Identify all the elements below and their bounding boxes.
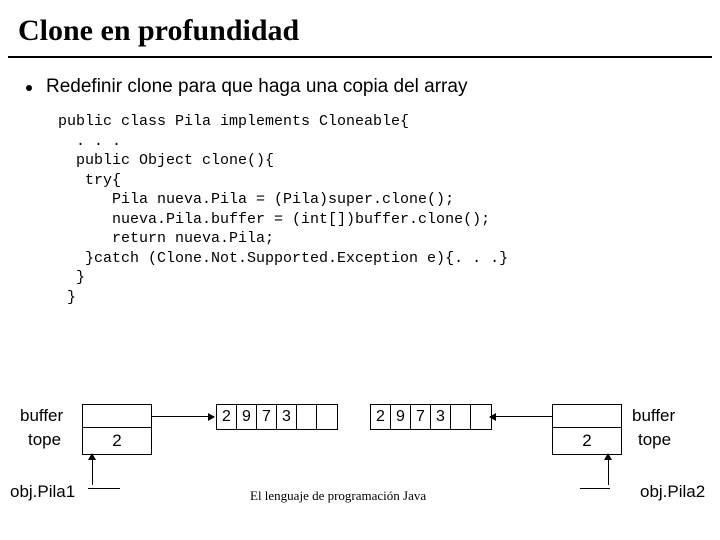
array1-cell: 7 <box>257 405 277 429</box>
left-buffer-cell <box>82 404 152 428</box>
array1-cell <box>317 405 337 429</box>
left-obj-label: obj.Pila1 <box>10 482 75 502</box>
array1-cell: 3 <box>277 405 297 429</box>
code-block: public class Pila implements Cloneable{ … <box>0 98 720 307</box>
slide-footer: El lenguaje de programación Java <box>250 488 426 504</box>
array-2: 2 9 7 3 <box>370 404 492 430</box>
right-obj-label: obj.Pila2 <box>640 482 705 502</box>
right-tope-label: tope <box>638 430 671 450</box>
array-1: 2 9 7 3 <box>216 404 338 430</box>
diagram: buffer tope 2 2 9 7 3 2 9 7 3 2 buffer t… <box>0 402 720 522</box>
arrow-right-obj-head-icon <box>604 453 612 460</box>
arrow-right-obj-horz-icon <box>580 488 610 489</box>
arrow-left-obj-head-icon <box>88 453 96 460</box>
bullet-text: Redefinir clone para que haga una copia … <box>46 76 467 98</box>
left-tope-label: tope <box>28 430 61 450</box>
arrow-right-buffer-icon <box>490 416 552 417</box>
array2-cell: 7 <box>411 405 431 429</box>
array2-cell: 3 <box>431 405 451 429</box>
title-underline <box>8 56 712 58</box>
array2-cell <box>451 405 471 429</box>
bullet-item: Redefinir clone para que haga una copia … <box>0 76 720 98</box>
right-buffer-cell <box>552 404 622 428</box>
right-buffer-label: buffer <box>632 406 675 426</box>
arrow-left-buffer-icon <box>152 416 214 417</box>
array1-cell: 9 <box>237 405 257 429</box>
array2-cell <box>471 405 491 429</box>
array1-cell <box>297 405 317 429</box>
right-tope-cell: 2 <box>552 427 622 455</box>
array1-cell: 2 <box>217 405 237 429</box>
array2-cell: 2 <box>371 405 391 429</box>
slide-title: Clone en profundidad <box>0 0 720 56</box>
array2-cell: 9 <box>391 405 411 429</box>
left-tope-cell: 2 <box>82 427 152 455</box>
bullet-dot-icon <box>26 85 32 91</box>
arrow-left-obj-horz-icon <box>88 488 120 489</box>
left-buffer-label: buffer <box>20 406 63 426</box>
